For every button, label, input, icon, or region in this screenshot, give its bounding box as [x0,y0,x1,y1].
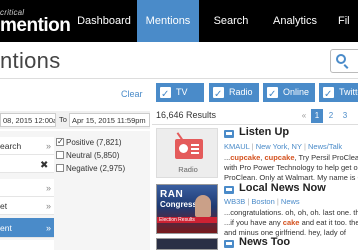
date-to-label: To [59,115,67,124]
date-to-input[interactable]: Apr 15, 2015 11:59pm [69,113,150,127]
filter-category-row[interactable]: » [0,179,54,197]
page-title: ntions [0,48,61,73]
media-tab-radio[interactable]: Radio [209,83,259,104]
meta-separator: | [247,197,250,206]
tv-show-icon [224,186,234,194]
filter-category-row[interactable] [0,240,54,250]
sentiment-label: Negative (2,975) [66,164,126,173]
sentiment-label: Neutral (5,850) [66,151,120,160]
result-snippet-line: ...congratulations. oh, oh, oh. last one… [224,208,358,217]
meta-separator: | [251,142,254,151]
snippet-text: , Try Persil ProClean. You [294,153,358,162]
snippet-highlight: cupcake [230,153,261,162]
result-snippet-line: ...if you have any cake and eat it too. … [224,218,358,228]
radio-icon [175,139,203,159]
result-meta: KMAUL | New York, NY | News/Talk [224,142,342,151]
media-tab-label: Online [283,87,310,97]
chevron-right-icon: » [45,183,51,193]
nav-analytics[interactable]: Analytics [263,0,327,42]
result-title[interactable]: Local News Now [239,182,326,194]
pager-page-3[interactable]: 3 [340,109,350,123]
filter-category-sentiment[interactable]: ent » [0,218,54,238]
checkbox[interactable] [56,151,64,159]
thumbnail-text: RAN [160,189,184,200]
result-title[interactable]: Listen Up [239,126,289,138]
result-location[interactable]: New York, NY [256,142,302,151]
result-source[interactable]: KMAUL [224,142,250,151]
tv-show-icon [224,240,234,248]
filter-category-label: et [0,201,8,211]
result-snippet-line: ...cupcake, cupcake, Try Persil ProClean… [224,153,358,163]
radio-thumbnail[interactable]: Radio [156,128,218,178]
nav-mentions[interactable]: Mentions [137,0,199,42]
meta-separator: | [303,142,306,151]
checkbox[interactable] [160,85,171,104]
thumbnail-caption: Election Results [159,217,195,223]
results-count: 16,646 Results [156,110,217,120]
header-divider [0,78,358,79]
checkbox[interactable] [56,136,64,148]
snippet-highlight: cupcake [264,153,295,162]
result-source[interactable]: WB3B [224,197,245,206]
results-divider [152,124,358,125]
nav-search[interactable]: Search [199,0,263,42]
result-location[interactable]: Boston [251,197,274,206]
top-nav-bar: critical mention Dashboard Mentions Sear… [0,0,358,42]
search-icon[interactable] [336,54,346,64]
chevron-right-icon: » [45,141,51,151]
remove-icon[interactable]: ✖ [40,160,48,171]
filter-category-market[interactable]: et » [0,197,54,215]
video-thumbnail[interactable]: RAN Congress Election Results [156,184,218,234]
chevron-right-icon: » [45,223,51,233]
sentiment-negative[interactable]: Negative (2,975) [56,163,125,175]
thumbnail-text: Congress [160,200,197,209]
nav-filters[interactable]: Fil [338,0,358,42]
result-meta: WB3B | Boston | News [224,197,300,206]
brand-logo[interactable]: mention [0,15,71,37]
meta-separator: | [276,197,279,206]
pager-page-1[interactable]: 1 [311,109,323,123]
sentiment-label: Positive (7,821) [66,138,122,147]
media-tab-label: Radio [229,87,253,97]
result-title[interactable]: News Too [239,236,290,248]
snippet-text: and eat it too. then sudden [301,218,358,227]
nav-dashboard[interactable]: Dashboard [68,0,140,42]
filter-category-label: ent [0,223,12,233]
thumbnail-label: Radio [178,165,198,174]
pager-page-2[interactable]: 2 [326,109,336,123]
filter-category-label: earch [0,141,22,151]
sentiment-neutral[interactable]: Neutral (5,850) [56,150,119,162]
media-tab-label: Twitter [339,87,358,97]
clear-filters-link[interactable]: Clear [121,89,143,99]
date-from-input[interactable]: 08, 2015 12:00am [0,113,56,127]
media-tab-label: TV [176,87,188,97]
checkbox[interactable] [213,85,224,104]
snippet-text: ...if you have any [224,218,283,227]
chevron-right-icon: » [45,201,51,211]
pager-prev[interactable]: « [299,109,309,123]
video-thumbnail[interactable] [156,238,218,250]
result-snippet-line: with Pro Power Technology to help get ou… [224,163,358,172]
search-input[interactable] [330,49,358,73]
checkbox[interactable] [267,85,278,104]
sentiment-positive[interactable]: Positive (7,821) [56,136,122,149]
media-tab-twitter[interactable]: Twitter [319,83,358,104]
tv-show-icon [224,130,234,138]
filter-category-search[interactable]: earch » [0,137,54,155]
result-category[interactable]: News/Talk [308,142,342,151]
anchor-figure [195,195,211,217]
checkbox[interactable] [56,164,64,172]
result-category[interactable]: News [281,197,300,206]
media-tab-online[interactable]: Online [263,83,315,104]
snippet-highlight: cake [282,218,300,227]
media-tab-tv[interactable]: TV [156,83,204,104]
checkbox[interactable] [323,85,334,104]
